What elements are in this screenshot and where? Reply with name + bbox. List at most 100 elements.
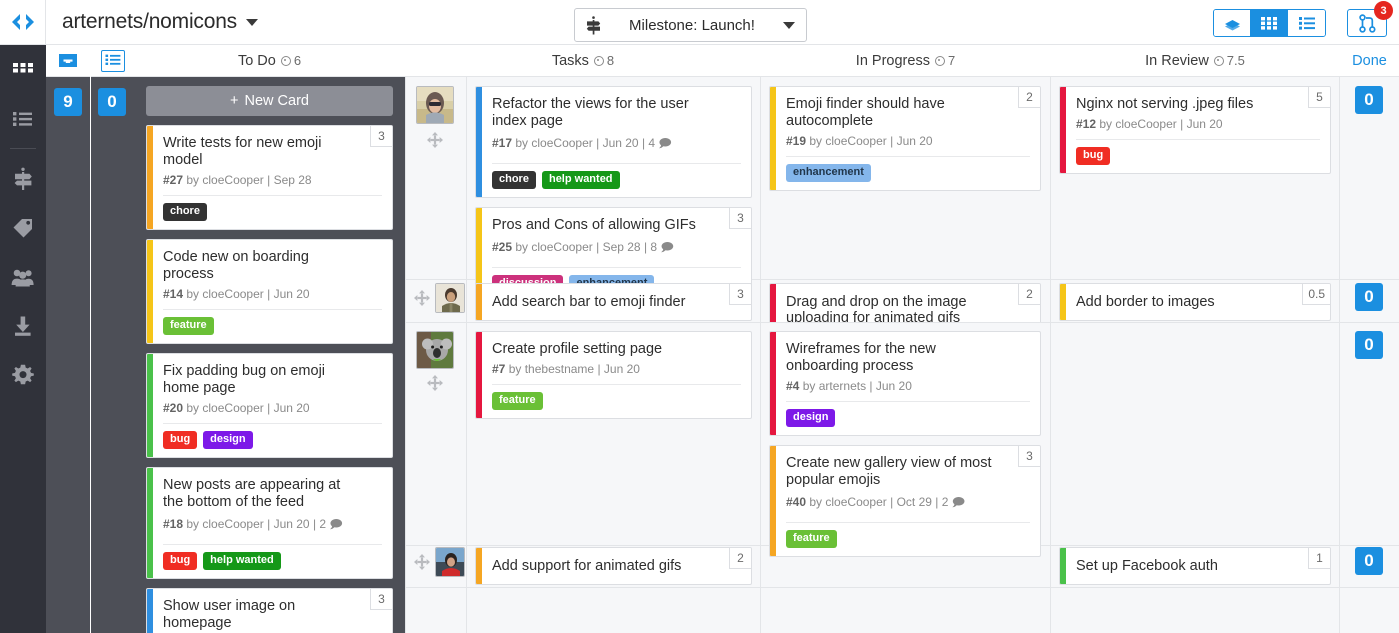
list-icon xyxy=(1298,17,1315,30)
label-help-wanted[interactable]: help wanted xyxy=(203,552,281,570)
label-feature[interactable]: feature xyxy=(492,392,543,410)
sidebar-item-settings[interactable] xyxy=(0,350,46,399)
sidebar-item-boards[interactable] xyxy=(0,45,46,94)
column-todo: + New Card Write tests for new emoji mod… xyxy=(134,77,405,633)
repo-title[interactable]: arternets/nomicons xyxy=(62,10,258,34)
card-inprogress-1-0[interactable]: Drag and drop on the image uploading for… xyxy=(769,283,1041,322)
label-chore[interactable]: chore xyxy=(492,171,536,189)
milestone-selector[interactable]: Milestone: Launch! xyxy=(574,8,807,42)
card-number: #12 xyxy=(1076,117,1097,131)
card-divider xyxy=(163,309,382,310)
card-meta: #40 by cloeCooper | Oct 29 | 2 🗩 xyxy=(786,495,966,509)
lane-drag-handle-0[interactable] xyxy=(427,132,443,148)
points-clock-icon xyxy=(934,55,945,66)
label-design[interactable]: design xyxy=(786,409,836,427)
card-divider xyxy=(492,384,741,385)
card-number: #20 xyxy=(163,401,184,415)
column-header-in-progress[interactable]: In Progress 7 xyxy=(761,45,1050,76)
card-inreview-3-0[interactable]: Set up Facebook auth 1 xyxy=(1059,547,1331,585)
chevron-down-icon xyxy=(245,18,258,26)
card-author: cloeCooper xyxy=(202,173,264,187)
card-todo-3[interactable]: New posts are appearing at the bottom of… xyxy=(146,467,393,579)
card-tasks-2-0[interactable]: Create profile setting page #7 by thebes… xyxy=(475,331,752,419)
lane-drag-handle-1[interactable] xyxy=(414,290,430,306)
mini-column-header-2[interactable] xyxy=(91,45,134,77)
sidebar-item-milestones[interactable] xyxy=(0,154,46,203)
mini-column-2[interactable]: 0 xyxy=(91,77,134,633)
app-logo[interactable] xyxy=(0,0,46,44)
grid-view-button[interactable] xyxy=(1251,10,1288,36)
column-header-done[interactable]: Done xyxy=(1340,45,1399,76)
card-view-button[interactable] xyxy=(1214,10,1251,36)
points-clock-icon xyxy=(1213,55,1224,66)
mini-column-1[interactable]: 9 xyxy=(46,77,90,633)
card-tasks-0-0[interactable]: Refactor the views for the user index pa… xyxy=(475,86,752,198)
sidebar-item-list[interactable] xyxy=(0,94,46,143)
card-todo-0[interactable]: Write tests for new emoji model #27 by c… xyxy=(146,125,393,230)
lane-drag-handle-3[interactable] xyxy=(414,554,430,570)
card-comment-count: 8 xyxy=(650,240,658,254)
card-date: Oct 29 xyxy=(896,495,932,509)
card-todo-4[interactable]: Show user image on homepage #28 by cloeC… xyxy=(146,588,393,633)
card-inprogress-2-1[interactable]: Create new gallery view of most popular … xyxy=(769,445,1041,557)
card-tasks-1-0[interactable]: Add search bar to emoji finder 3 xyxy=(475,283,752,321)
sidebar-item-labels[interactable] xyxy=(0,203,46,252)
card-points-badge: 2 xyxy=(1018,87,1040,108)
card-divider xyxy=(163,195,382,196)
new-card-button[interactable]: + New Card xyxy=(146,86,393,116)
card-points-badge: 2 xyxy=(729,548,751,569)
column-divider xyxy=(760,77,761,633)
label-enhancement[interactable]: enhancement xyxy=(786,164,871,182)
column-header-tasks[interactable]: Tasks 8 xyxy=(406,45,760,76)
lane-avatar-0[interactable] xyxy=(416,86,454,124)
label-chore[interactable]: chore xyxy=(163,203,207,221)
left-nav-rail xyxy=(0,45,46,633)
card-author: cloeCooper xyxy=(825,134,887,148)
lane-avatar-1[interactable] xyxy=(435,283,465,313)
card-labels: feature xyxy=(786,530,1030,548)
code-brackets-logo-icon xyxy=(11,14,34,30)
card-meta: #7 by thebestname | Jun 20 xyxy=(492,362,640,376)
label-feature[interactable]: feature xyxy=(163,317,214,335)
card-author: cloeCooper xyxy=(825,495,887,509)
column-header-todo[interactable]: To Do 6 xyxy=(134,45,405,76)
card-title: Create new gallery view of most popular … xyxy=(786,455,992,488)
sidebar-item-team[interactable] xyxy=(0,252,46,301)
card-labels: enhancement xyxy=(786,164,1030,182)
card-todo-2[interactable]: Fix padding bug on emoji home page #20 b… xyxy=(146,353,393,458)
card-date: Jun 20 xyxy=(602,136,639,150)
card-meta: #27 by cloeCooper | Sep 28 xyxy=(163,173,312,187)
lane-drag-handle-2[interactable] xyxy=(427,375,443,391)
lane-avatar-2[interactable] xyxy=(416,331,454,369)
column-title-in-review: In Review xyxy=(1145,52,1209,69)
mini-column-count-1: 9 xyxy=(54,88,82,116)
sidebar-item-archive[interactable] xyxy=(0,301,46,350)
card-labels: feature xyxy=(492,392,741,410)
column-header-in-review[interactable]: In Review 7.5 xyxy=(1051,45,1339,76)
card-inreview-0-0[interactable]: Nginx not serving .jpeg files #12 by clo… xyxy=(1059,86,1331,174)
list-view-button[interactable] xyxy=(1288,10,1325,36)
card-meta: #17 by cloeCooper | Jun 20 | 4 🗩 xyxy=(492,136,672,150)
card-title: Add support for animated gifs xyxy=(492,558,682,574)
label-bug[interactable]: bug xyxy=(1076,147,1111,165)
card-date: Sep 28 xyxy=(602,240,641,254)
mini-column-header-1[interactable] xyxy=(46,45,90,77)
card-title: Pros and Cons of allowing GIFs xyxy=(492,217,696,233)
label-bug[interactable]: bug xyxy=(163,552,198,570)
card-tasks-3-0[interactable]: Add support for animated gifs 2 xyxy=(475,547,752,585)
card-date: Jun 20 xyxy=(1186,117,1223,131)
lane-avatar-3[interactable] xyxy=(435,547,465,577)
card-inreview-1-0[interactable]: Add border to images 0.5 xyxy=(1059,283,1331,321)
card-points-badge: 3 xyxy=(729,284,751,305)
label-bug[interactable]: bug xyxy=(163,431,198,449)
label-feature[interactable]: feature xyxy=(786,530,837,548)
label-help-wanted[interactable]: help wanted xyxy=(541,171,620,189)
card-todo-1[interactable]: Code new on boarding process #14 by cloe… xyxy=(146,239,393,344)
card-inprogress-0-0[interactable]: Emoji finder should have autocomplete #1… xyxy=(769,86,1041,191)
new-card-label: New Card xyxy=(244,93,309,109)
column-points-in-progress: 7 xyxy=(934,53,955,68)
card-number: #7 xyxy=(492,362,506,376)
label-design[interactable]: design xyxy=(203,431,253,449)
card-date: Jun 20 xyxy=(896,134,933,148)
card-inprogress-2-0[interactable]: Wireframes for the new onboarding proces… xyxy=(769,331,1041,436)
